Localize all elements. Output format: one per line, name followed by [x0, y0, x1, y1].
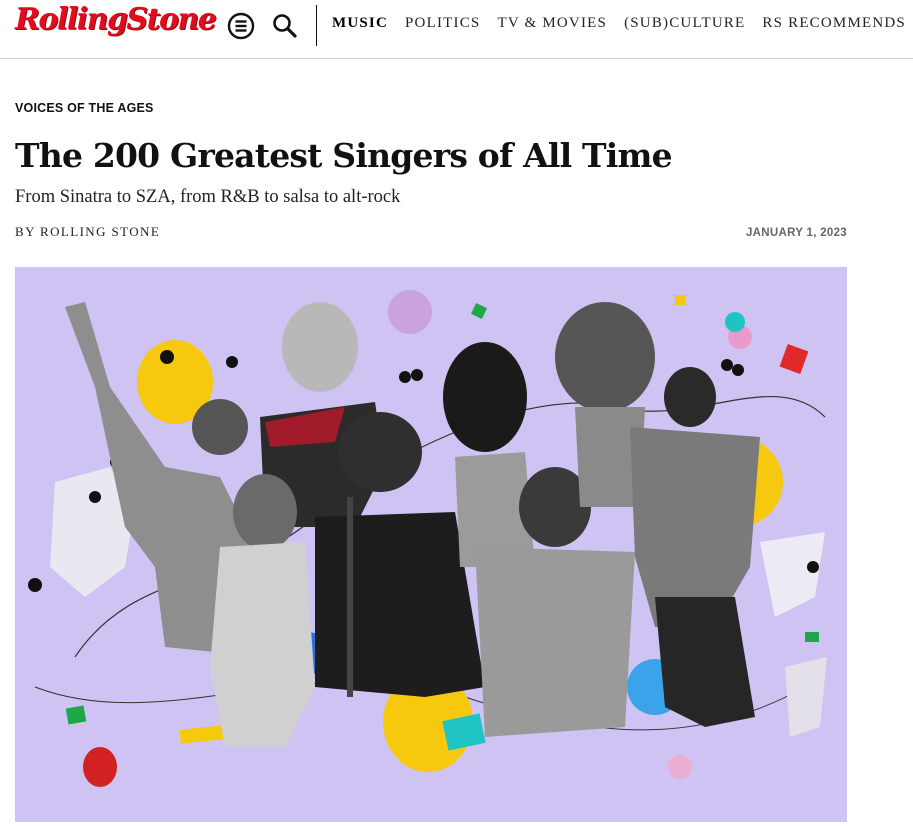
hero-collage-illustration — [28, 290, 827, 787]
hero-image — [15, 267, 847, 822]
article-byline[interactable]: BY ROLLING STONE — [15, 224, 160, 240]
article-title: The 200 Greatest Singers of All Time — [15, 136, 673, 175]
header-divider — [316, 5, 317, 46]
menu-icon — [227, 12, 255, 40]
rolling-stone-logo[interactable]: RollingStone — [15, 2, 217, 37]
menu-button[interactable] — [226, 11, 256, 41]
search-icon — [273, 14, 297, 38]
nav-item-music[interactable]: MUSIC — [332, 15, 388, 32]
nav-item-rs-recommends[interactable]: RS RECOMMENDS — [762, 15, 906, 32]
article-date: JANUARY 1, 2023 — [745, 227, 847, 239]
nav-item-subculture[interactable]: (SUB)CULTURE — [624, 15, 745, 32]
article-kicker[interactable]: VOICES OF THE AGES — [15, 101, 154, 115]
search-button[interactable] — [270, 11, 300, 41]
nav-item-tv-movies[interactable]: TV & MOVIES — [497, 15, 607, 32]
article-dek: From Sinatra to SZA, from R&B to salsa t… — [15, 187, 401, 207]
nav-item-politics[interactable]: POLITICS — [405, 15, 480, 32]
site-header: RollingStone MUSIC POLITICS TV & MOVIES … — [0, 0, 913, 59]
main-nav: MUSIC POLITICS TV & MOVIES (SUB)CULTURE … — [332, 15, 913, 32]
